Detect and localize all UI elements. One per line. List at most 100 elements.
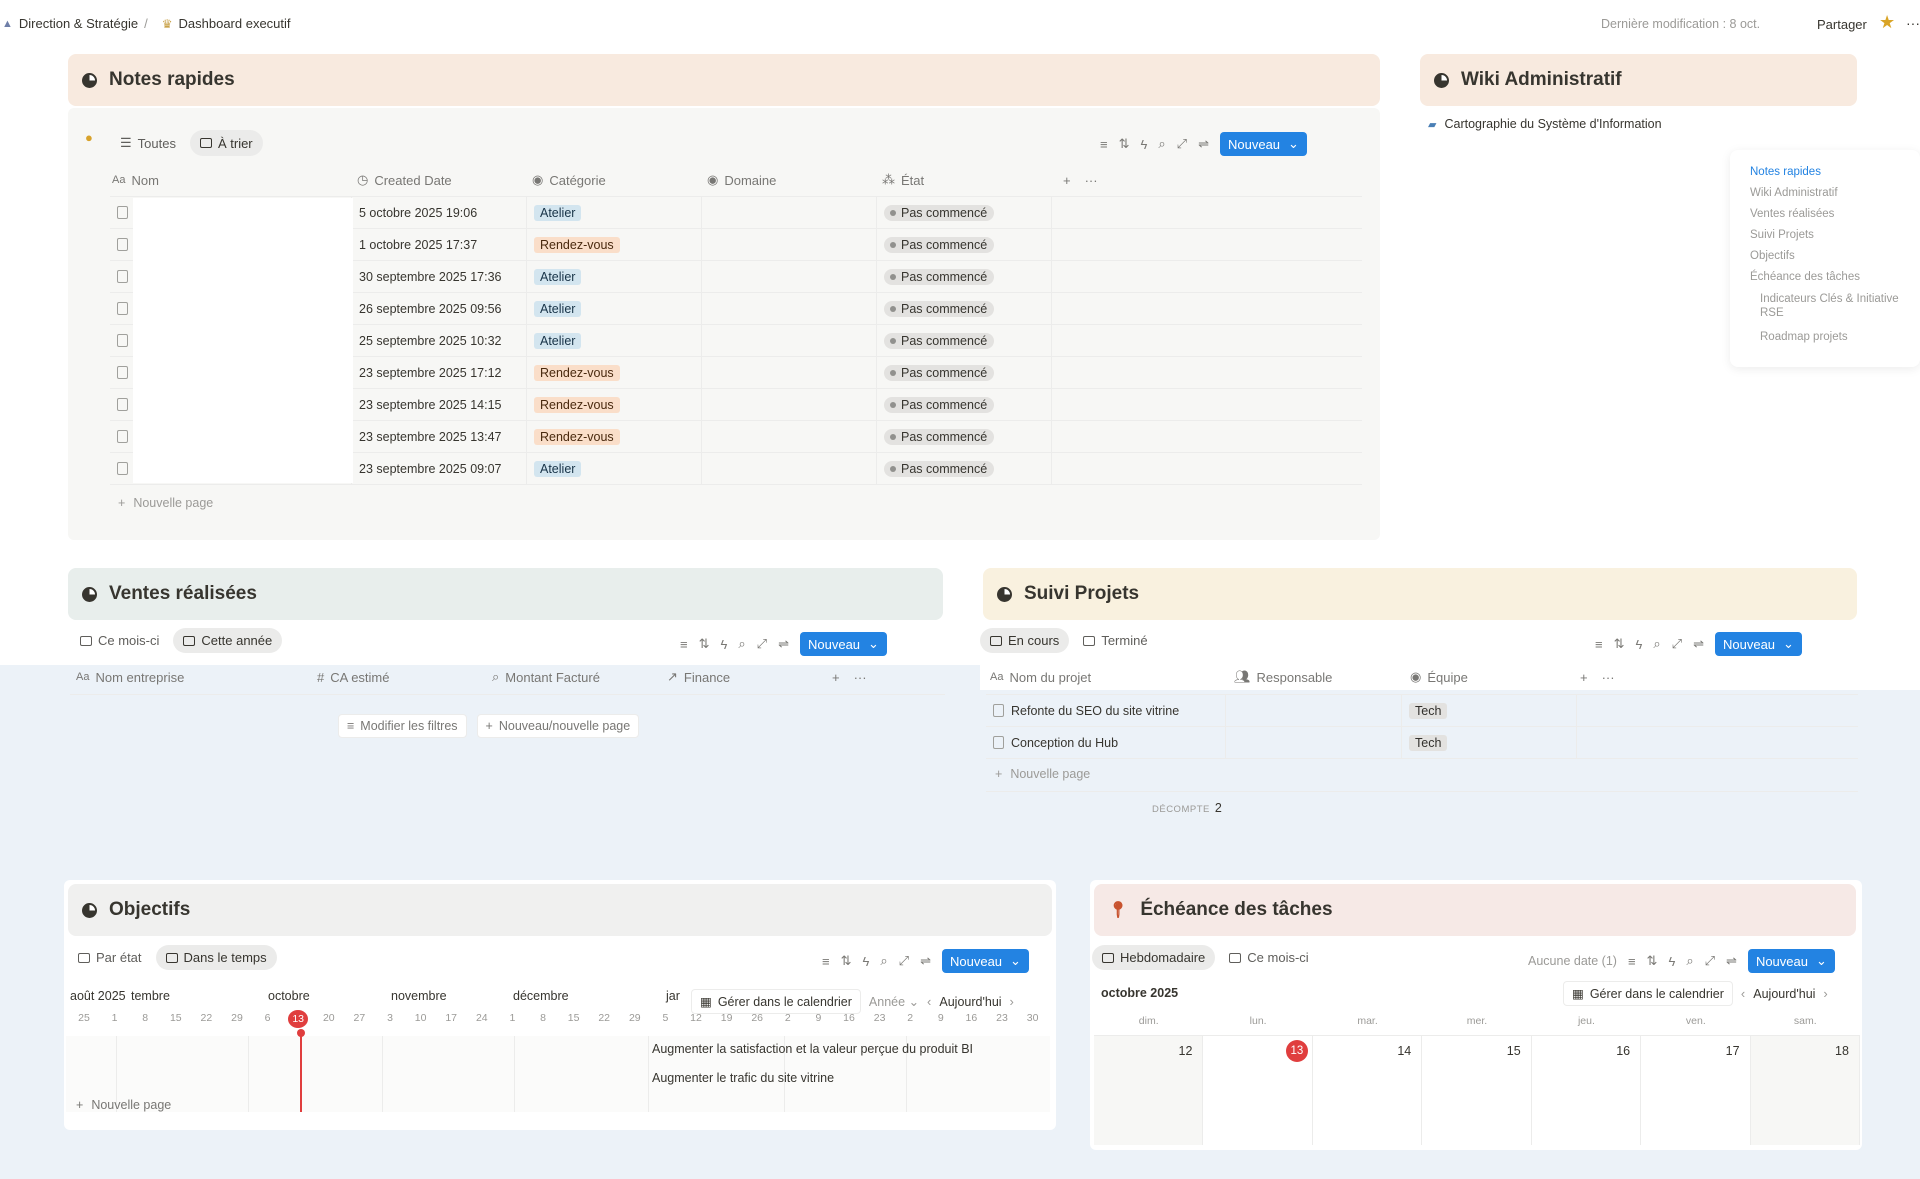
settings-icon[interactable]: ⇌ xyxy=(1693,636,1704,652)
toc-item[interactable]: Ventes réalisées xyxy=(1750,208,1920,220)
toc-item[interactable]: Notes rapides xyxy=(1750,166,1920,178)
star-icon[interactable]: ★ xyxy=(1879,12,1895,33)
cell-domaine[interactable] xyxy=(702,261,877,292)
tab-par-etat[interactable]: Par état xyxy=(68,945,152,970)
no-date-button[interactable]: Aucune date (1) xyxy=(1528,954,1617,968)
next-icon[interactable]: › xyxy=(1010,994,1014,1009)
prev-icon[interactable]: ‹ xyxy=(927,994,931,1009)
objectifs-new-button[interactable]: Nouveau ⌄ xyxy=(941,949,1029,973)
filter-icon[interactable]: ≡ xyxy=(1100,137,1108,152)
search-icon[interactable]: ⌕ xyxy=(1653,636,1660,652)
cell-etat[interactable]: Pas commencé xyxy=(877,261,1052,292)
notes-new-button[interactable]: Nouveau ⌄ xyxy=(1219,132,1307,156)
calendar-day[interactable]: 14 xyxy=(1312,1036,1423,1145)
cell-categorie[interactable]: Rendez-vous xyxy=(527,229,702,260)
expand-icon[interactable]: ⤢ xyxy=(757,636,767,652)
calendar-day[interactable]: 16 xyxy=(1531,1036,1642,1145)
calendar-day[interactable]: 13 xyxy=(1203,1036,1313,1145)
col-etat[interactable]: ⁂ État xyxy=(882,172,1057,188)
breadcrumb-page[interactable]: Dashboard executif xyxy=(179,16,291,31)
automation-icon[interactable]: ϟ xyxy=(863,954,870,969)
search-icon[interactable]: ⌕ xyxy=(1686,953,1693,969)
col-nom-projet[interactable]: Aa Nom du projet xyxy=(990,670,1234,685)
automation-icon[interactable]: ϟ xyxy=(1668,954,1675,969)
cell-categorie[interactable]: Atelier xyxy=(527,293,702,324)
cell-nom-projet[interactable]: Conception du Hub xyxy=(986,727,1226,758)
prev-week-icon[interactable]: ‹ xyxy=(1741,986,1745,1001)
breadcrumb-workspace[interactable]: Direction & Stratégie xyxy=(19,16,138,31)
cell-domaine[interactable] xyxy=(702,421,877,452)
col-responsable[interactable]: 👥︎ Responsable xyxy=(1234,669,1410,685)
cell-etat[interactable]: Pas commencé xyxy=(877,357,1052,388)
timeline-item[interactable]: Augmenter la satisfaction et la valeur p… xyxy=(652,1042,973,1056)
calendar-day[interactable]: 18 xyxy=(1750,1036,1860,1145)
zoom-select[interactable]: Année ⌄ xyxy=(869,994,919,1009)
filter-icon[interactable]: ≡ xyxy=(822,954,830,969)
sort-icon[interactable]: ⇅ xyxy=(1119,136,1130,152)
more-icon[interactable]: ··· xyxy=(1602,670,1615,685)
cell-equipe[interactable]: Tech xyxy=(1402,695,1577,726)
cell-categorie[interactable]: Atelier xyxy=(527,197,702,228)
notes-new-page[interactable]: + Nouvelle page xyxy=(118,496,213,510)
add-column-icon[interactable]: + xyxy=(1580,670,1588,685)
next-week-icon[interactable]: › xyxy=(1823,986,1827,1001)
tab-ce-mois-ci-echeance[interactable]: Ce mois-ci xyxy=(1219,945,1318,970)
more-icon[interactable]: ··· xyxy=(854,670,867,685)
calendar-day[interactable]: 17 xyxy=(1641,1036,1751,1145)
cell-etat[interactable]: Pas commencé xyxy=(877,453,1052,484)
filter-icon[interactable]: ≡ xyxy=(680,637,688,652)
filter-icon[interactable]: ≡ xyxy=(1628,954,1636,969)
cell-categorie[interactable]: Rendez-vous xyxy=(527,389,702,420)
projets-new-page[interactable]: + Nouvelle page xyxy=(995,767,1090,781)
modify-filters-button[interactable]: ≡ Modifier les filtres xyxy=(338,714,467,738)
settings-icon[interactable]: ⇌ xyxy=(920,953,931,969)
settings-icon[interactable]: ⇌ xyxy=(1726,953,1737,969)
echeance-new-button[interactable]: Nouveau ⌄ xyxy=(1747,949,1835,973)
col-finance[interactable]: ↗ Finance xyxy=(667,669,842,685)
automation-icon[interactable]: ϟ xyxy=(1636,637,1643,652)
tab-termine[interactable]: Terminé xyxy=(1073,628,1157,653)
toc-item[interactable]: Wiki Administratif xyxy=(1750,187,1920,199)
filter-icon[interactable]: ≡ xyxy=(1595,637,1603,652)
cell-etat[interactable]: Pas commencé xyxy=(877,389,1052,420)
sort-icon[interactable]: ⇅ xyxy=(1647,953,1658,969)
cell-responsable[interactable] xyxy=(1226,727,1402,758)
tab-toutes[interactable]: ☰ Toutes xyxy=(110,130,186,156)
toc-item[interactable]: Échéance des tâches xyxy=(1750,271,1920,283)
expand-icon[interactable]: ⤢ xyxy=(899,953,909,969)
expand-icon[interactable]: ⤢ xyxy=(1705,953,1715,969)
col-montant-facture[interactable]: ⌕ Montant Facturé xyxy=(492,669,667,685)
objectifs-new-page[interactable]: + Nouvelle page xyxy=(76,1098,171,1112)
cell-domaine[interactable] xyxy=(702,229,877,260)
tab-cette-annee[interactable]: Cette année xyxy=(173,628,283,653)
manage-calendar-button[interactable]: ▦ Gérer dans le calendrier xyxy=(691,989,861,1014)
calendar-day[interactable]: 12 xyxy=(1094,1036,1204,1145)
cell-domaine[interactable] xyxy=(702,293,877,324)
toc-item[interactable]: Objectifs xyxy=(1750,250,1920,262)
tab-a-trier[interactable]: À trier xyxy=(189,130,263,156)
col-nom-entreprise[interactable]: Aa Nom entreprise xyxy=(76,670,317,685)
col-equipe[interactable]: ◉ Équipe xyxy=(1410,669,1585,685)
ventes-new-page-button[interactable]: + Nouveau/nouvelle page xyxy=(476,714,640,738)
cell-etat[interactable]: Pas commencé xyxy=(877,421,1052,452)
wiki-link[interactable]: ▰ Cartographie du Système d'Information xyxy=(1428,117,1662,131)
add-column-icon[interactable]: + xyxy=(1063,173,1071,188)
add-column-icon[interactable]: + xyxy=(832,670,840,685)
automation-icon[interactable]: ϟ xyxy=(1141,137,1148,152)
settings-icon[interactable]: ⇌ xyxy=(1198,136,1209,152)
cell-categorie[interactable]: Atelier xyxy=(527,325,702,356)
col-nom[interactable]: Aa Nom xyxy=(112,173,357,188)
timeline-item[interactable]: Augmenter le trafic du site vitrine xyxy=(652,1071,834,1085)
cell-etat[interactable]: Pas commencé xyxy=(877,325,1052,356)
cell-etat[interactable]: Pas commencé xyxy=(877,293,1052,324)
toc-item[interactable]: Suivi Projets xyxy=(1750,229,1920,241)
cell-categorie[interactable]: Rendez-vous xyxy=(527,421,702,452)
sort-icon[interactable]: ⇅ xyxy=(699,636,710,652)
toc-subitem[interactable]: Indicateurs Clés & Initiative RSE xyxy=(1750,292,1910,321)
col-created-date[interactable]: ◷ Created Date xyxy=(357,172,532,188)
more-icon[interactable]: ··· xyxy=(1085,173,1098,188)
ventes-new-button[interactable]: Nouveau ⌄ xyxy=(799,632,887,656)
projets-new-button[interactable]: Nouveau ⌄ xyxy=(1714,632,1802,656)
tab-dans-le-temps[interactable]: Dans le temps xyxy=(155,945,277,970)
cell-equipe[interactable]: Tech xyxy=(1402,727,1577,758)
